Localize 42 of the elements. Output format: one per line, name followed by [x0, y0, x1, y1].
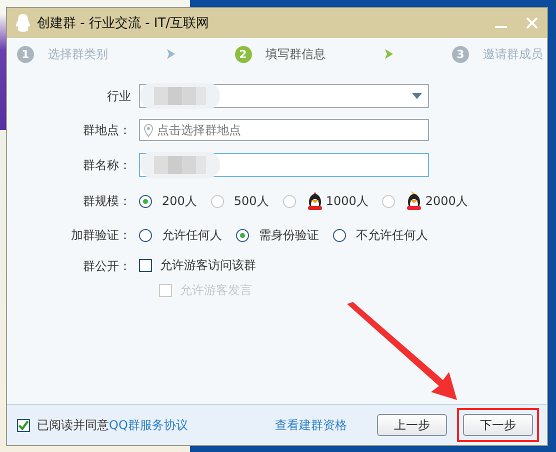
chevron-icon [167, 49, 176, 59]
step-number: 3 [452, 46, 469, 62]
option-label: 不允许任何人 [356, 226, 428, 244]
option-label: 允许任何人 [162, 226, 222, 244]
checkbox[interactable] [139, 259, 152, 272]
field-label: 行业 [106, 88, 132, 104]
field-label: 群规模： [82, 192, 132, 210]
checkbox[interactable] [17, 418, 30, 432]
option-label: 200人 [162, 192, 197, 210]
field-label: 群地点： [82, 122, 132, 138]
step-label: 邀请群成员 [483, 46, 543, 62]
agreement-link[interactable]: QQ群服务协议 [109, 418, 188, 432]
agreement-text: 已阅读并同意QQ群服务协议 [37, 416, 188, 434]
location-field[interactable]: 点击选择群地点 [139, 119, 429, 141]
penguin-icon [405, 191, 424, 211]
step-number: 1 [17, 46, 34, 62]
radio-button[interactable] [333, 228, 346, 242]
radio-button[interactable] [236, 228, 249, 242]
window-title: 创建群 - 行业交流 - IT/互联网 [37, 15, 210, 32]
option-label: 1000人 [326, 192, 368, 210]
close-icon [525, 16, 539, 30]
dropdown-caret-icon [412, 93, 422, 99]
back-button[interactable]: 上一步 [377, 414, 447, 436]
step-label: 填写群信息 [266, 46, 326, 62]
chevron-icon [384, 49, 393, 59]
qualification-link[interactable]: 查看建群资格 [275, 416, 347, 434]
step-label: 选择群类别 [48, 46, 108, 62]
penguin-icon [306, 191, 324, 211]
option-label: 需身份验证 [259, 226, 319, 244]
option-label: 2000人 [425, 192, 468, 210]
field-label: 群公开： [82, 258, 132, 275]
option-label: 允许游客访问该群 [160, 257, 256, 274]
name-field[interactable] [139, 153, 429, 177]
penguin-icon [15, 14, 31, 32]
next-button[interactable]: 下一步 [463, 414, 533, 436]
radio-button[interactable] [139, 228, 152, 242]
option-label: 500人 [234, 192, 269, 210]
field-label: 加群验证： [70, 226, 132, 244]
minimize-icon [495, 26, 507, 28]
field-label: 群名称： [82, 156, 132, 174]
step-number: 2 [234, 46, 252, 62]
radio-button[interactable] [139, 194, 152, 208]
